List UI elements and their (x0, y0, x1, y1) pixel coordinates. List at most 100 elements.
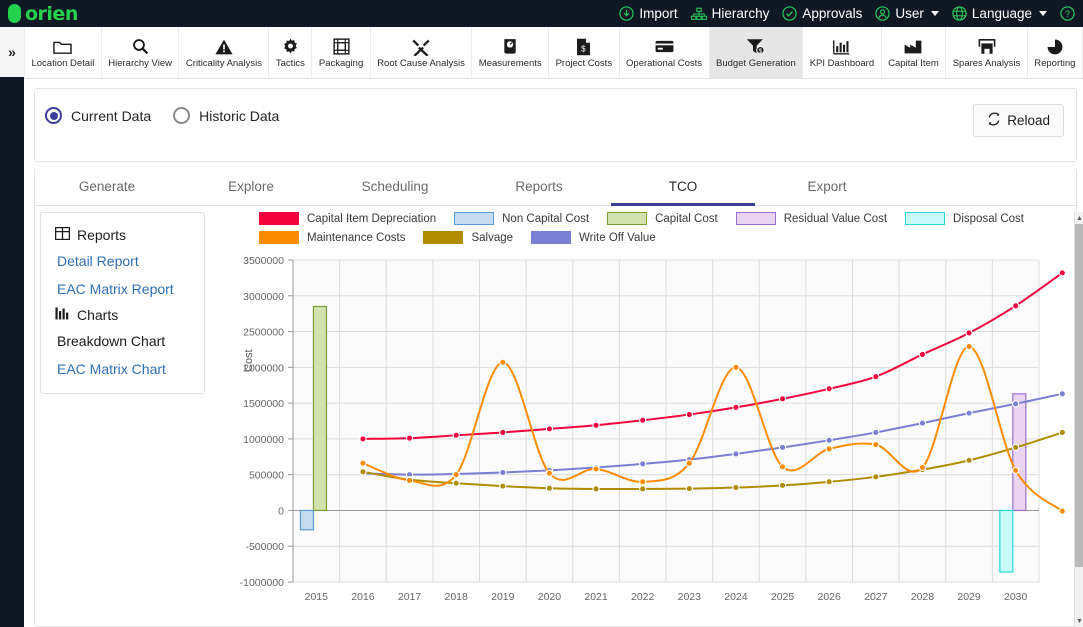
tab-explore[interactable]: Explore (179, 168, 323, 205)
topnav-item-label: Approvals (802, 6, 863, 21)
reports-sidepanel: Reports Detail Report EAC Matrix Report Cha… (40, 212, 205, 394)
svg-text:2019: 2019 (491, 591, 515, 603)
topnav-item-hierarchy[interactable]: Hierarchy (690, 6, 770, 21)
ribbon-item-project-costs[interactable]: $ Project Costs (549, 27, 620, 78)
import-icon (619, 6, 634, 21)
ribbon-item-label: Location Detail (31, 58, 95, 70)
legend-item-residual-value-cost[interactable]: Residual Value Cost (735, 212, 888, 225)
legend-item-maintenance-costs[interactable]: Maintenance Costs (259, 231, 405, 244)
ribbon-item-location-detail[interactable]: Location Detail (24, 27, 102, 78)
radio-label: Historic Data (199, 107, 280, 124)
svg-text:3000000: 3000000 (243, 291, 284, 303)
topnav-item-language[interactable]: Language (952, 6, 1047, 21)
sidepanel-link-detail-report[interactable]: Detail Report (41, 247, 204, 275)
radio-circle-icon[interactable] (45, 107, 62, 124)
tab-tco[interactable]: TCO (611, 168, 755, 206)
ribbon-item-tactics[interactable]: Tactics (269, 27, 313, 78)
radio-historic-data[interactable]: Historic Data (173, 107, 279, 124)
ribbon-item-budget-generation[interactable]: $ Budget Generation (709, 27, 804, 78)
chevron-down-icon (930, 11, 939, 16)
reload-button[interactable]: Reload (973, 104, 1064, 137)
topnav-item-approvals[interactable]: Approvals (782, 6, 862, 21)
radio-current-data[interactable]: Current Data (45, 107, 151, 124)
sidepanel-link-eac-matrix-report[interactable]: EAC Matrix Report (41, 275, 204, 303)
legend-swatch (259, 231, 299, 244)
ribbon-item-capital-item[interactable]: Capital Item (882, 27, 947, 78)
legend-item-disposal-cost[interactable]: Disposal Cost (905, 212, 1024, 225)
folder-icon (53, 37, 73, 56)
funnel-dollar-icon: $ (746, 37, 765, 56)
sidepanel-link-eac-matrix-chart[interactable]: EAC Matrix Chart (41, 355, 204, 383)
legend-swatch (454, 212, 495, 225)
ribbon-item-packaging[interactable]: Packaging (312, 27, 371, 78)
tools-icon (412, 37, 430, 56)
svg-text:3500000: 3500000 (243, 255, 284, 267)
ribbon-item-label: Criticality Analysis (185, 58, 262, 70)
globe-icon (952, 6, 967, 21)
ribbon-item-label: Capital Item (888, 58, 939, 70)
approvals-check-icon (782, 6, 798, 21)
svg-text:2018: 2018 (445, 591, 469, 603)
topnav-item-help[interactable]: ? (1060, 6, 1075, 21)
scrollbar-thumb[interactable] (1075, 224, 1083, 567)
vertical-scrollbar[interactable]: ▲ ▼ (1074, 212, 1083, 627)
ribbon-item-kpi-dashboard[interactable]: KPI Dashboard (803, 27, 882, 78)
tab-label: Generate (78, 179, 136, 194)
hierarchy-icon (690, 7, 707, 21)
user-icon (875, 6, 891, 21)
scroll-down-arrow-icon[interactable]: ▼ (1075, 615, 1083, 627)
svg-text:2015: 2015 (305, 591, 329, 603)
svg-text:2021: 2021 (584, 591, 608, 603)
scroll-up-arrow-icon[interactable]: ▲ (1075, 212, 1083, 224)
ribbon-item-measurements[interactable]: Measurements (472, 27, 550, 78)
svg-text:0: 0 (278, 505, 284, 517)
radio-circle-icon[interactable] (173, 107, 191, 124)
legend-label: Maintenance Costs (307, 231, 406, 244)
tab-label: Explore (228, 179, 274, 194)
legend-item-capital-item-depreciation[interactable]: Capital Item Depreciation (259, 212, 436, 225)
package-icon (332, 37, 350, 56)
left-rail (0, 27, 24, 627)
breakdown-chart: Capital Item Depreciation Non Capital Cos… (221, 212, 1066, 622)
svg-text:2026: 2026 (818, 591, 842, 603)
legend-label: Residual Value Cost (783, 212, 888, 225)
ribbon-item-root-cause-analysis[interactable]: Root Cause Analysis (371, 27, 473, 78)
ribbon-item-label: Budget Generation (716, 58, 796, 70)
ribbon-item-label: KPI Dashboard (809, 58, 875, 70)
svg-text:2023: 2023 (678, 591, 702, 603)
topnav-item-user[interactable]: User (875, 6, 939, 21)
warehouse-icon (978, 37, 996, 56)
ribbon-item-label: Project Costs (555, 58, 613, 70)
legend-swatch (423, 231, 464, 244)
tab-scheduling[interactable]: Scheduling (323, 168, 467, 205)
card-icon (655, 37, 674, 56)
tab-generate[interactable]: Generate (35, 168, 179, 205)
ribbon-item-spares-analysis[interactable]: Spares Analysis (946, 27, 1028, 78)
svg-text:2029: 2029 (957, 591, 981, 603)
svg-text:$: $ (759, 48, 763, 55)
svg-text:-500000: -500000 (245, 541, 284, 553)
topnav-item-import[interactable]: Import (619, 6, 678, 21)
ribbon-item-criticality-analysis[interactable]: Criticality Analysis (179, 27, 270, 78)
legend-item-non-capital-cost[interactable]: Non Capital Cost (454, 212, 589, 225)
ribbon-item-label: Tactics (275, 58, 305, 70)
legend-item-salvage[interactable]: Salvage (423, 231, 513, 244)
ribbon-item-hierarchy-view[interactable]: Hierarchy View (102, 27, 180, 78)
chart-icon (55, 307, 70, 323)
tab-export[interactable]: Export (755, 168, 899, 205)
svg-text:2030: 2030 (1004, 591, 1028, 603)
legend-item-capital-cost[interactable]: Capital Cost (607, 212, 718, 225)
refresh-icon (987, 112, 1001, 129)
ribbon-item-operational-costs[interactable]: Operational Costs (620, 27, 710, 78)
ribbon-item-label: Reporting (1034, 58, 1076, 70)
topnav-item-label: Hierarchy (711, 6, 770, 21)
rail-expand-button[interactable]: » (0, 27, 24, 77)
svg-text:2024: 2024 (724, 591, 748, 603)
legend-swatch (905, 212, 946, 225)
ribbon-item-reporting[interactable]: Reporting (1028, 27, 1083, 78)
legend-item-write-off-value[interactable]: Write Off Value (531, 231, 656, 244)
app-logo[interactable]: orien (0, 3, 78, 25)
sidepanel-link-breakdown-chart[interactable]: Breakdown Chart (41, 327, 204, 355)
module-ribbon-toolbar: Location Detail Hierarchy View Criticality… (24, 27, 1083, 79)
tab-reports[interactable]: Reports (467, 168, 611, 205)
